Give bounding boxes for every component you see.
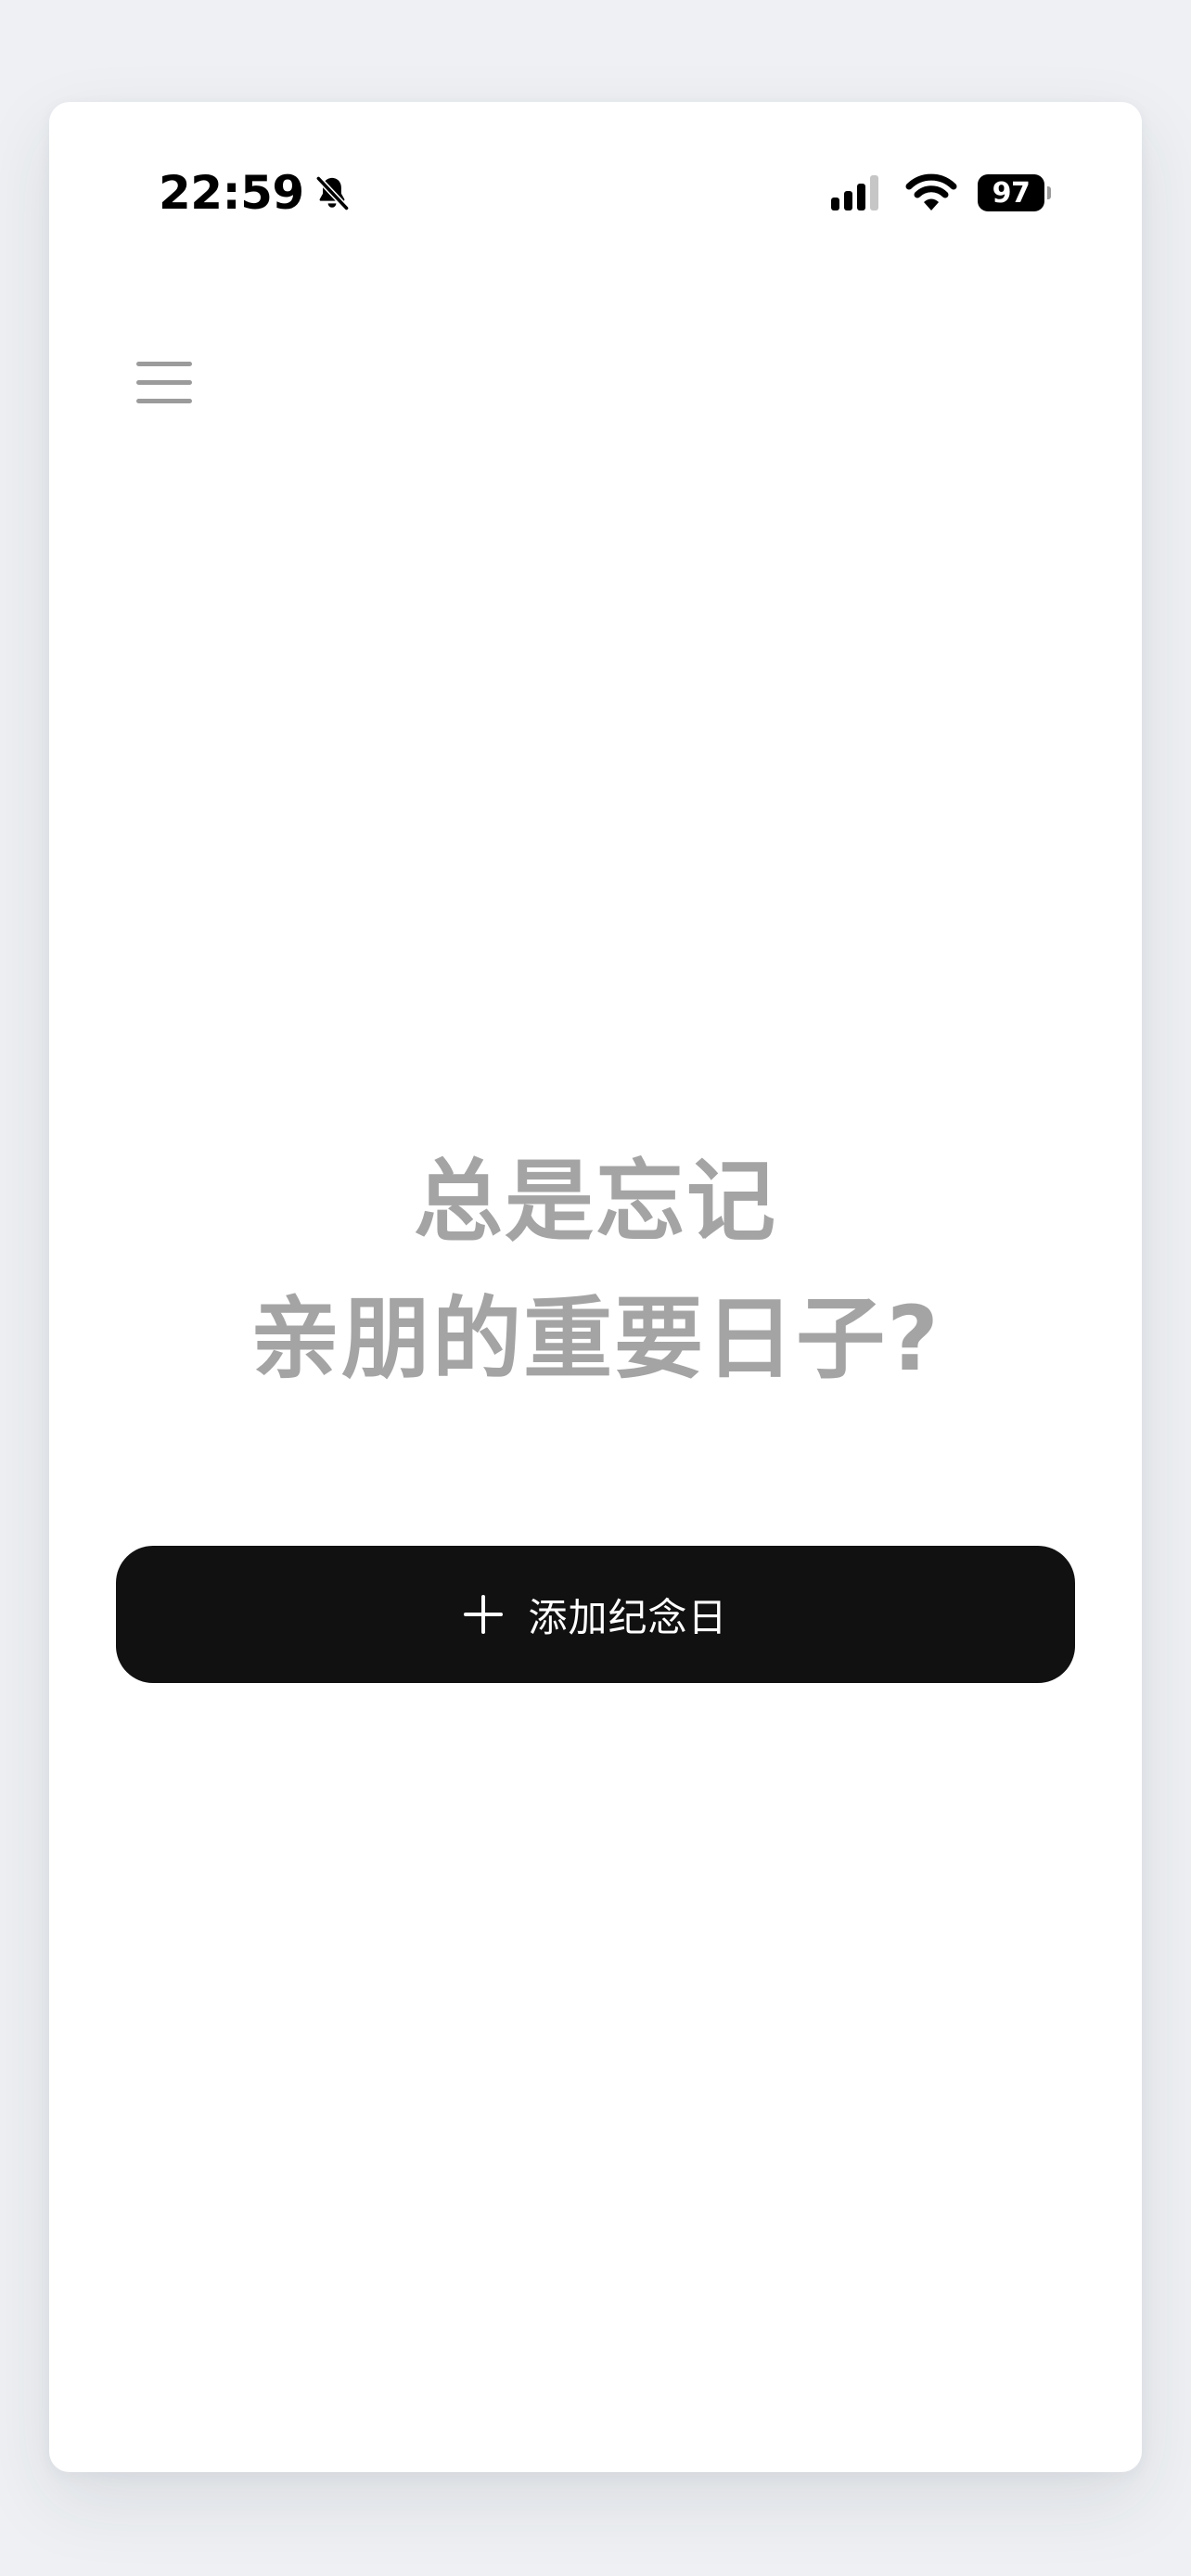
app-screen: 22:59 97 总是忘记 亲朋的重要日子? 添加纪念日 [49, 102, 1142, 2472]
add-anniversary-button[interactable]: 添加纪念日 [116, 1546, 1075, 1683]
battery-level: 97 [978, 174, 1044, 211]
battery-indicator: 97 [978, 174, 1051, 211]
menu-bar-bottom [136, 398, 192, 403]
status-bar-left: 22:59 [159, 159, 352, 226]
status-time: 22:59 [159, 166, 304, 220]
empty-state-message: 总是忘记 亲朋的重要日子? [49, 1133, 1142, 1408]
menu-bar-middle [136, 379, 192, 385]
cellular-signal-icon [831, 175, 878, 210]
menu-bar-top [136, 361, 192, 366]
plus-icon [464, 1595, 504, 1634]
empty-state-line-1: 总是忘记 [414, 1150, 777, 1254]
hamburger-menu-icon[interactable] [131, 345, 214, 419]
battery-nub [1047, 186, 1051, 199]
add-anniversary-label: 添加纪念日 [528, 1594, 728, 1640]
status-bar-right: 97 [829, 163, 1051, 223]
empty-state-line-2: 亲朋的重要日子? [250, 1287, 941, 1391]
wifi-icon [905, 173, 957, 210]
bell-slash-icon [314, 175, 350, 211]
